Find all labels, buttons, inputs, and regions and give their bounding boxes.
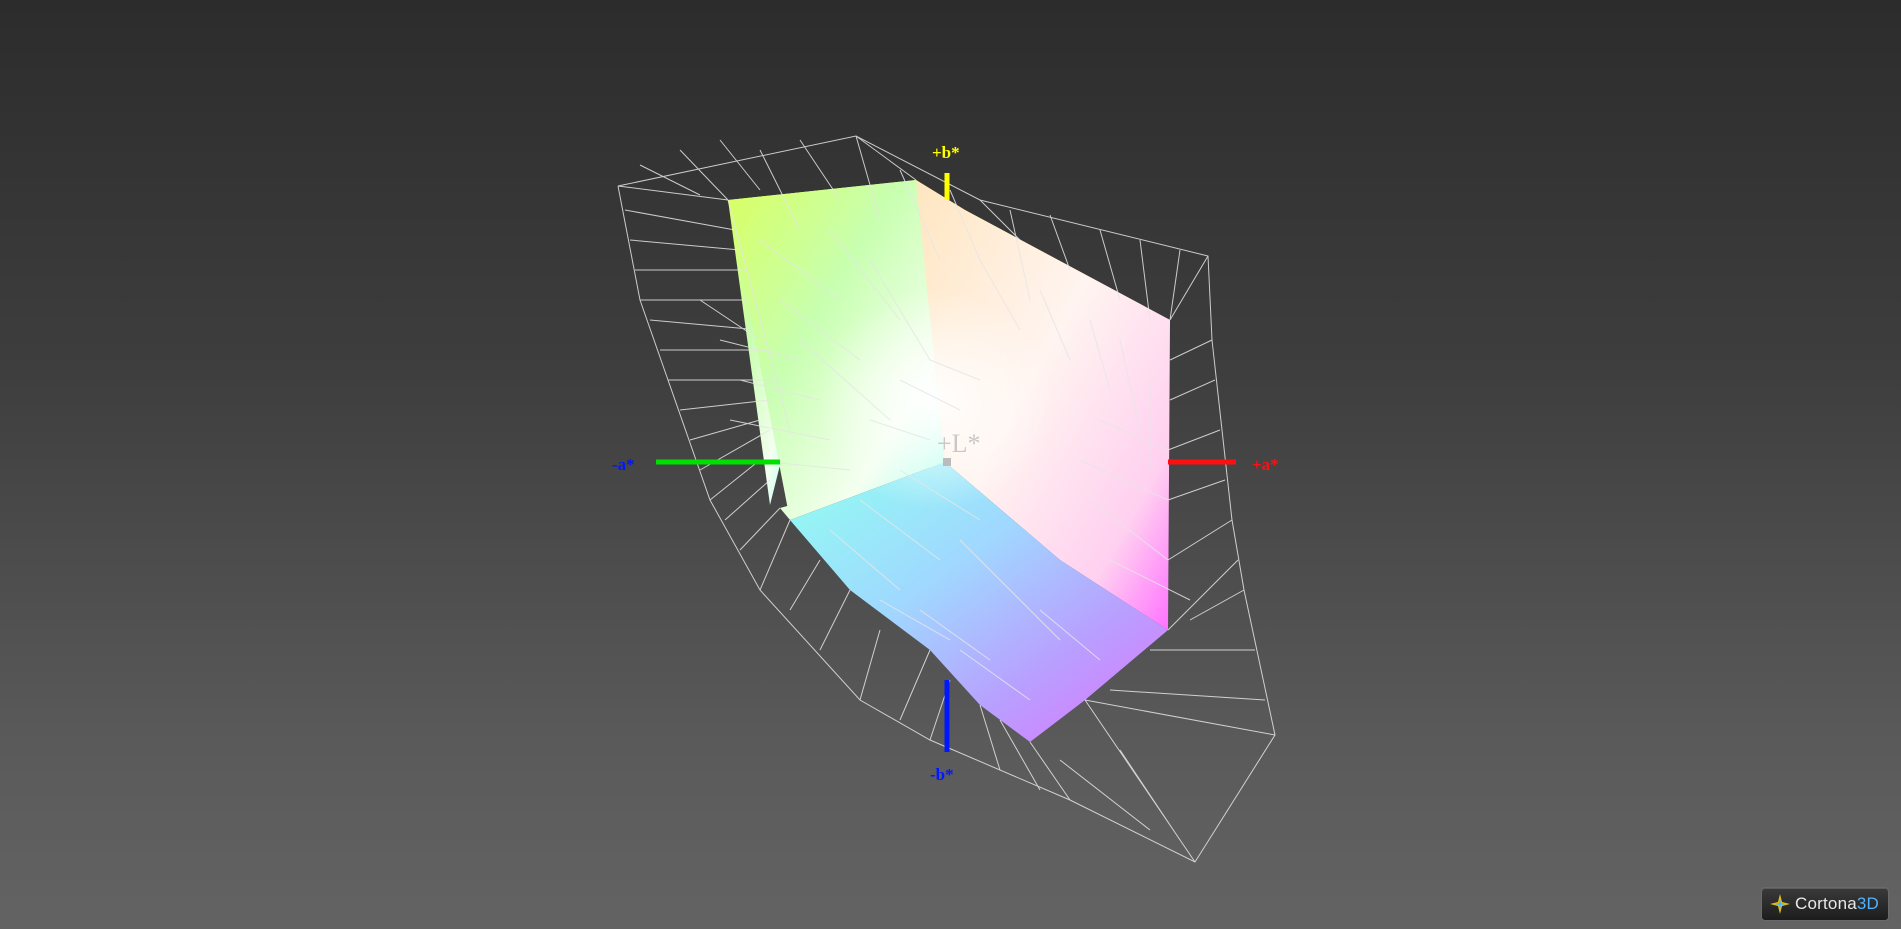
axis-label-plus-L: +L* <box>937 429 981 458</box>
cortona3d-logo[interactable]: Cortona3D <box>1761 887 1889 921</box>
gamut-3d-viewport[interactable]: +b* -b* +a* -a* +L* <box>0 0 1901 929</box>
gamut-white-point <box>815 290 1055 510</box>
origin-marker <box>943 458 951 466</box>
axis-label-plus-b: +b* <box>932 143 960 162</box>
axis-label-plus-a: +a* <box>1252 455 1279 474</box>
logo-text-part1: Cortona <box>1795 894 1857 913</box>
cortona-star-icon <box>1770 894 1790 914</box>
logo-text-part2: 3D <box>1856 894 1880 913</box>
axis-label-minus-b: -b* <box>930 765 954 784</box>
axis-label-minus-a: -a* <box>612 455 635 474</box>
logo-text: Cortona3D <box>1795 894 1879 914</box>
